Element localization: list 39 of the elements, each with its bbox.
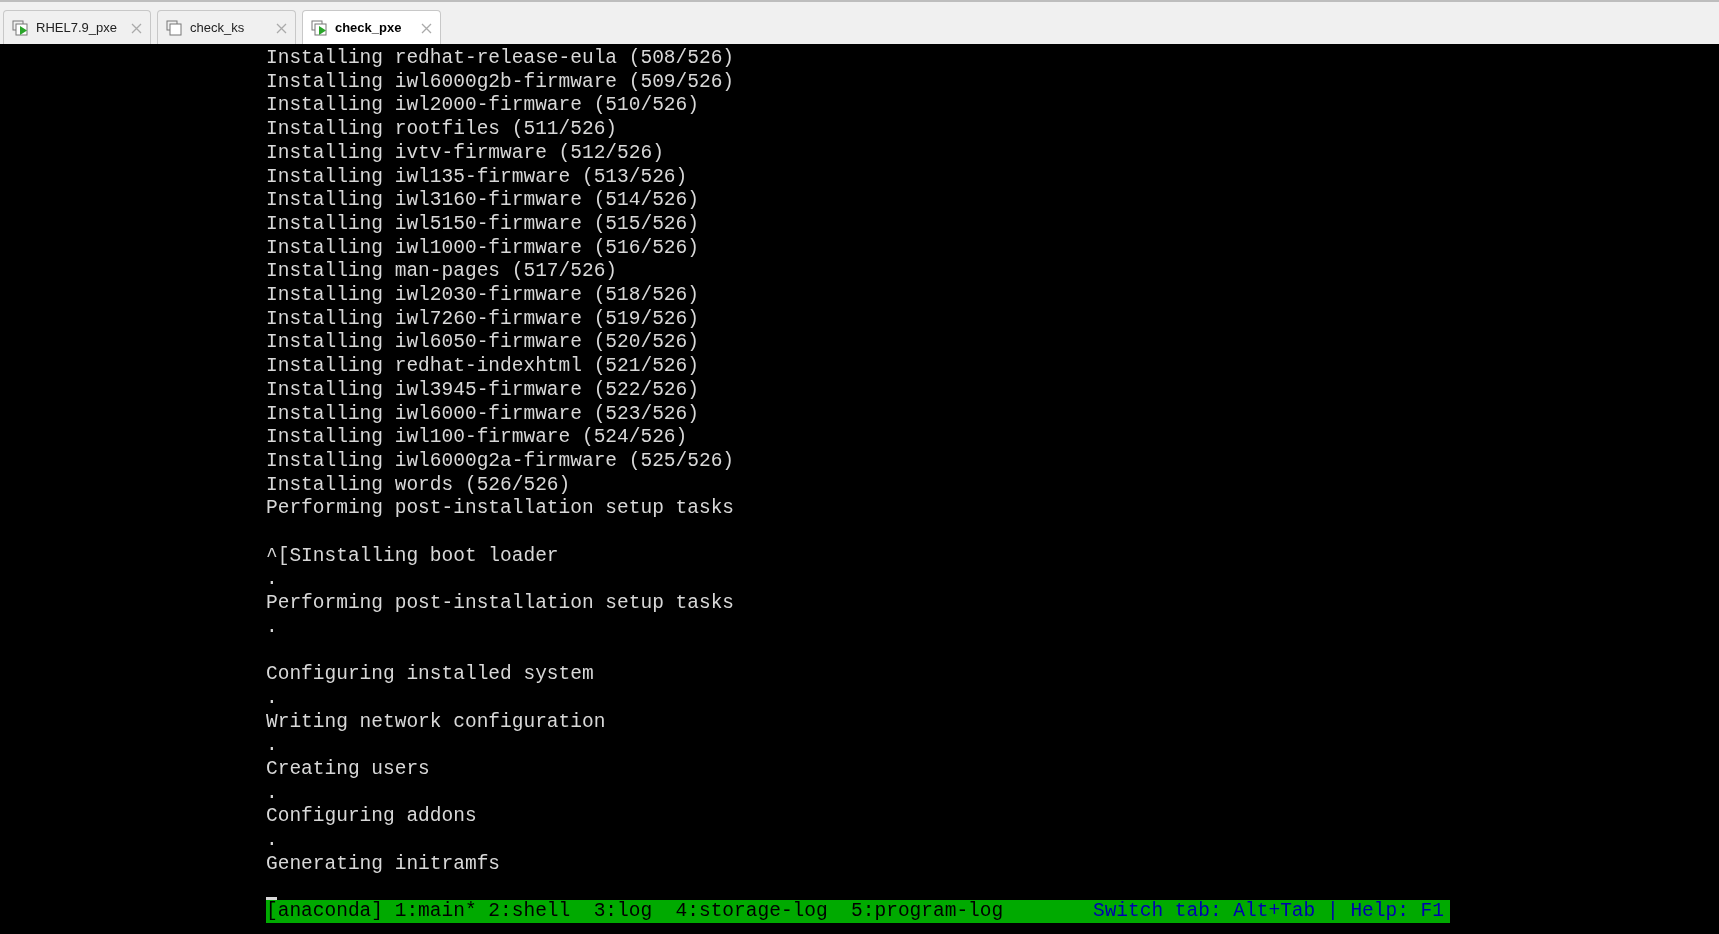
console-line: Installing iwl2030-firmware (518/526)	[266, 284, 699, 308]
console-line: Installing iwl6000g2b-firmware (509/526)	[266, 70, 735, 95]
console-line: .	[266, 615, 278, 640]
tab[interactable]: check_ks	[156, 10, 296, 44]
console-line: Configuring installed system	[266, 663, 594, 687]
status-hint: Switch tab: Alt+Tab | Help: F1	[1092, 899, 1444, 924]
console-line: Installing man-pages (517/526)	[266, 260, 618, 285]
console-line: Installing ivtv-firmware (512/526)	[266, 141, 664, 166]
console-line: .	[266, 734, 278, 759]
console-line: Installing redhat-release-eula (508/526)	[266, 47, 735, 71]
console-line: Performing post-installation setup tasks	[266, 497, 735, 522]
console-line: Installing iwl6050-firmware (520/526)	[266, 331, 699, 356]
console-line: Installing iwl2000-firmware (510/526)	[266, 94, 699, 119]
console-line: Writing network configuration	[266, 710, 606, 735]
console-line: Installing iwl3160-firmware (514/526)	[266, 189, 699, 213]
console-line: Installing iwl135-firmware (513/526)	[266, 165, 688, 190]
console-line: Installing iwl6000g2a-firmware (525/526)	[266, 449, 735, 474]
console-line: Generating initramfs	[266, 852, 501, 877]
console-line: .	[266, 686, 278, 711]
console-line: Installing redhat-indexhtml (521/526)	[266, 355, 699, 379]
tab[interactable]: RHEL7.9_pxe	[3, 10, 151, 44]
console-line: Creating users	[266, 758, 430, 782]
console-line: Installing iwl7260-firmware (519/526)	[266, 307, 699, 332]
console-line: Installing iwl5150-firmware (515/526)	[266, 212, 699, 237]
console-line: Configuring addons	[266, 805, 477, 830]
console-line: .	[266, 781, 278, 806]
console-line: Installing iwl1000-firmware (516/526)	[266, 236, 699, 261]
console-line: Installing iwl100-firmware (524/526)	[266, 426, 688, 450]
cursor	[266, 896, 277, 900]
console-line: .	[266, 829, 278, 853]
console-line: .	[266, 568, 278, 593]
console-line: Installing words (526/526)	[266, 473, 571, 498]
console-line: Installing iwl6000-firmware (523/526)	[266, 402, 699, 427]
console-line: Installing iwl3945-firmware (522/526)	[266, 378, 699, 403]
console-line: Installing rootfiles (511/526)	[266, 118, 618, 142]
tab[interactable]: check_pxe	[301, 10, 441, 44]
status-text: [anaconda] 1:main* 2:shell 3:log 4:storage-log 5:program-log	[266, 899, 1004, 924]
console-line: ^[SInstalling boot loader	[266, 544, 559, 569]
console-line: Performing post-installation setup tasks	[266, 592, 735, 616]
